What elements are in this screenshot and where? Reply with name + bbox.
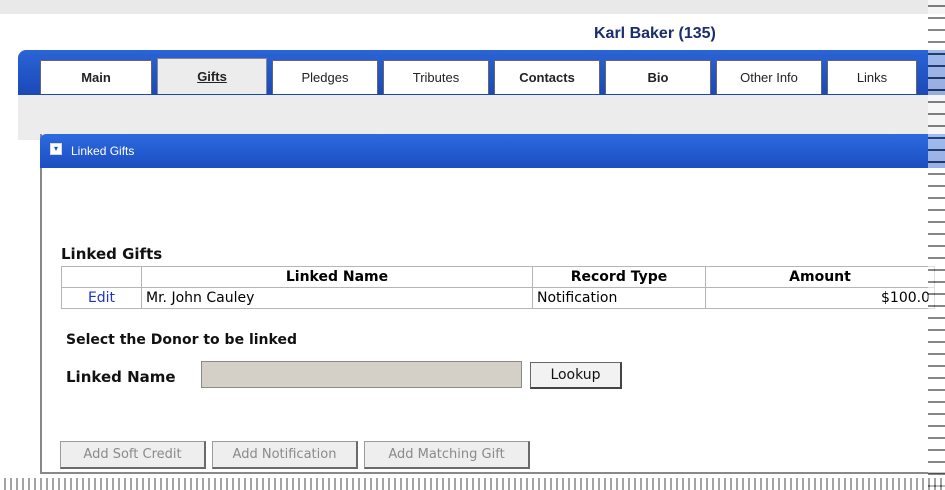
panel-header	[40, 134, 945, 168]
tab-bio[interactable]: Bio	[605, 60, 711, 94]
lookup-button[interactable]: Lookup	[530, 362, 622, 389]
torn-edge-bottom	[0, 478, 945, 490]
record-title: Karl Baker (135)	[594, 25, 716, 42]
column-header-action	[61, 266, 142, 288]
tab-pledges[interactable]: Pledges	[272, 60, 378, 94]
tab-gifts[interactable]: Gifts	[157, 58, 267, 94]
tab-main[interactable]: Main	[40, 60, 152, 94]
table-header-row: Linked Name Record Type Amount	[61, 266, 935, 288]
amount-cell: $100.0	[705, 287, 935, 309]
record-type-cell: Notification	[532, 287, 706, 309]
tab-links[interactable]: Links	[827, 60, 917, 94]
title-area	[18, 14, 945, 50]
panel-title: Linked Gifts	[71, 144, 135, 158]
linked-name-cell: Mr. John Cauley	[141, 287, 533, 309]
tab-list: Main Gifts Pledges Tributes Contacts Bio…	[40, 58, 922, 94]
add-notification-button[interactable]: Add Notification	[212, 441, 358, 469]
tab-contacts[interactable]: Contacts	[494, 60, 600, 94]
column-header-record-type: Record Type	[532, 266, 706, 288]
linked-name-label: Linked Name	[66, 368, 176, 386]
action-buttons: Add Soft Credit Add Notification Add Mat…	[60, 441, 536, 469]
column-header-amount: Amount	[705, 266, 935, 288]
tab-other-info[interactable]: Other Info	[716, 60, 822, 94]
edit-link[interactable]: Edit	[61, 287, 142, 309]
select-donor-heading: Select the Donor to be linked	[66, 332, 297, 348]
linked-name-input[interactable]	[201, 361, 522, 388]
collapse-icon[interactable]: ▾	[50, 143, 62, 155]
linked-gifts-table: Linked Name Record Type Amount Edit Mr. …	[61, 266, 935, 309]
column-header-linked-name: Linked Name	[141, 266, 533, 288]
linked-gifts-heading: Linked Gifts	[61, 245, 163, 263]
tab-tributes[interactable]: Tributes	[383, 60, 489, 94]
table-row: Edit Mr. John Cauley Notification $100.0	[61, 287, 935, 309]
torn-edge-right	[928, 0, 945, 490]
add-matching-gift-button[interactable]: Add Matching Gift	[364, 441, 530, 469]
add-soft-credit-button[interactable]: Add Soft Credit	[60, 441, 206, 469]
top-strip	[0, 0, 945, 14]
